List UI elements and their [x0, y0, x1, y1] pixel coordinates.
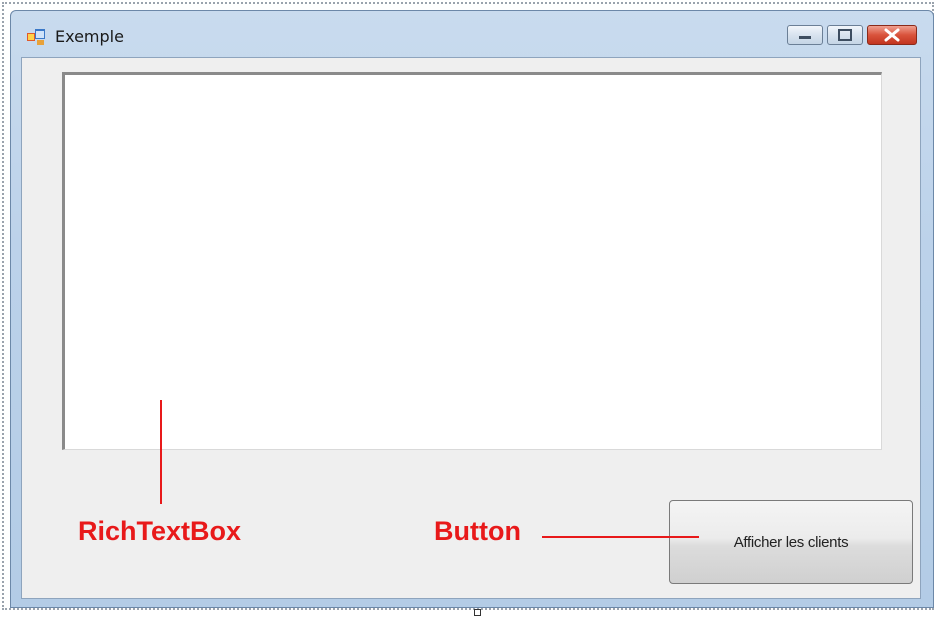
- minimize-icon: [799, 36, 811, 39]
- windows-form-icon: [27, 29, 45, 45]
- richtextbox-annotation: RichTextBox: [78, 516, 242, 546]
- title-bar[interactable]: Exemple: [11, 11, 933, 57]
- window-title: Exemple: [55, 27, 124, 46]
- maximize-icon: [838, 29, 852, 41]
- maximize-button[interactable]: [827, 25, 863, 45]
- richtextbox-pointer-line: [160, 400, 162, 504]
- close-icon: [884, 28, 900, 42]
- richtextbox[interactable]: [62, 72, 882, 450]
- close-button[interactable]: [867, 25, 917, 45]
- resize-handle[interactable]: [474, 609, 481, 616]
- minimize-button[interactable]: [787, 25, 823, 45]
- button-annotation: Button: [434, 516, 521, 546]
- afficher-clients-button[interactable]: Afficher les clients: [669, 500, 913, 584]
- button-pointer-line: [542, 536, 699, 538]
